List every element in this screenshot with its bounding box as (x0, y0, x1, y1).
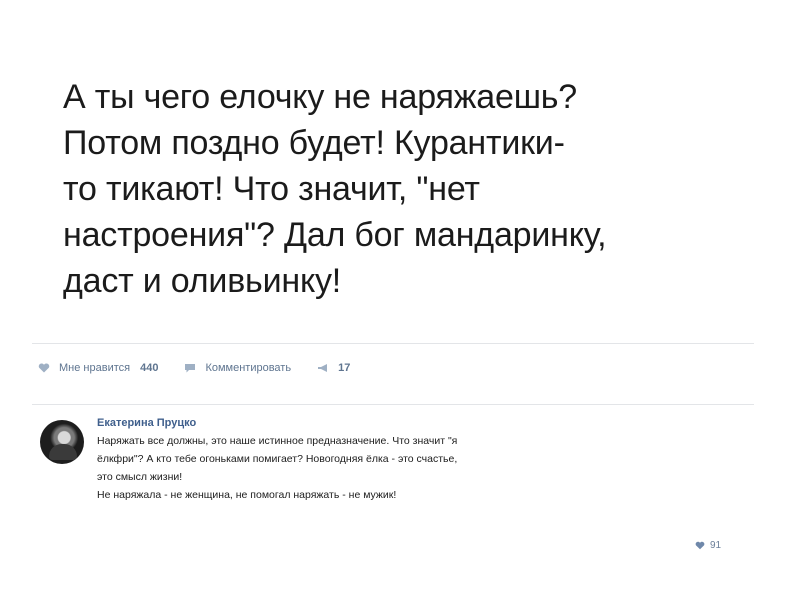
heart-icon (38, 363, 50, 373)
comment-body: Екатерина Пруцко Наряжать все должны, эт… (97, 414, 757, 504)
comment-icon (185, 364, 196, 373)
divider (32, 404, 754, 405)
post-text-line: даст и оливьинку! (63, 262, 342, 300)
comment-button[interactable]: Комментировать (184, 362, 291, 374)
post-text: А ты чего елочку не наряжаешь? Потом поз… (63, 74, 713, 304)
post-card: А ты чего елочку не наряжаешь? Потом поз… (0, 0, 794, 600)
heart-icon (695, 541, 705, 550)
post-text-line: А ты чего елочку не наряжаешь? (63, 78, 578, 116)
megaphone-icon (318, 364, 328, 372)
comment-text-line: Не наряжала - не женщина, не помогал нар… (97, 489, 397, 501)
post-text-line: то тикают! Что значит, "нет (63, 170, 480, 208)
like-count: 440 (140, 362, 159, 374)
comment-label: Комментировать (205, 362, 292, 374)
avatar[interactable] (40, 420, 84, 464)
like-label: Мне нравится (59, 362, 131, 374)
comment-like-button[interactable]: 91 (695, 540, 721, 551)
share-count: 17 (338, 362, 351, 374)
post-text-line: Потом поздно будет! Курантики- (63, 124, 565, 162)
comment-text-line: ёлкфри"? А кто тебе огоньками помигает? … (97, 453, 458, 465)
share-button[interactable]: 17 (317, 362, 350, 374)
comment-text-line: Наряжать все должны, это наше истинное п… (97, 435, 458, 447)
post-text-line: настроения"? Дал бог мандаринку, (63, 216, 607, 254)
comment-like-count: 91 (710, 540, 722, 551)
comment-text-line: это смысл жизни! (97, 471, 183, 483)
comment-author[interactable]: Екатерина Пруцко (97, 414, 757, 432)
like-button[interactable]: Мне нравится 440 (38, 362, 158, 374)
divider (32, 343, 754, 344)
post-actions: Мне нравится 440 Комментировать 17 (38, 358, 376, 378)
